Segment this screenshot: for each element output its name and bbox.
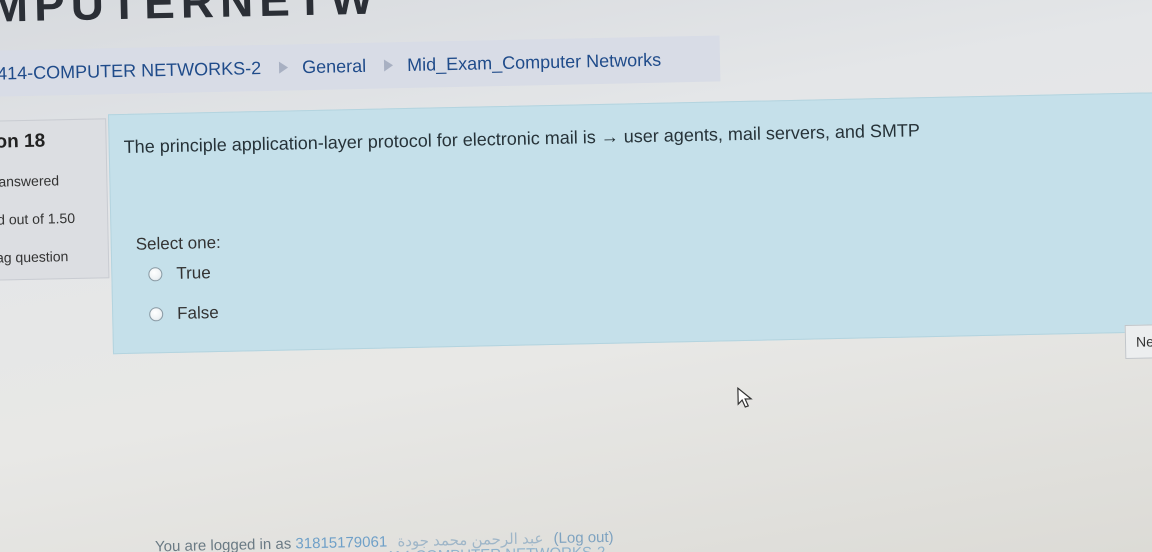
page-stage: MPUTERNETW 414-COMPUTER NETWORKS-2 Gener… (0, 0, 1152, 552)
question-mark: d out of 1.50 (0, 209, 76, 228)
question-info-panel: on 18 answered d out of 1.50 ag question (0, 118, 110, 281)
select-one-prompt: Select one: (135, 232, 221, 254)
breadcrumb-quiz-link[interactable]: Mid_Exam_Computer Networks (407, 49, 661, 75)
breadcrumb-separator-icon (278, 61, 289, 74)
user-id-link[interactable]: 31815179061 (295, 534, 387, 552)
radio-true[interactable] (148, 267, 163, 282)
breadcrumb-separator-icon (384, 59, 394, 72)
course-heading: MPUTERNETW (0, 0, 380, 32)
question-status: answered (0, 172, 60, 190)
next-page-button[interactable]: Ne (1124, 324, 1152, 360)
flag-question-link[interactable]: ag question (0, 248, 69, 266)
option-false-label: False (176, 302, 219, 323)
option-true-label: True (176, 263, 211, 283)
breadcrumb-course-link[interactable]: 414-COMPUTER NETWORKS-2 (0, 58, 261, 85)
logged-in-prefix: You are logged in as (154, 535, 292, 552)
question-number: on 18 (0, 130, 46, 153)
question-panel: The principle application-layer protocol… (108, 92, 1152, 355)
option-true[interactable]: True (148, 263, 211, 284)
breadcrumb: 414-COMPUTER NETWORKS-2 General Mid_Exam… (0, 35, 721, 97)
breadcrumb-section-link[interactable]: General (302, 55, 366, 77)
mouse-cursor-icon (737, 386, 753, 408)
question-text: The principle application-layer protocol… (123, 120, 921, 157)
radio-false[interactable] (149, 307, 164, 322)
option-false[interactable]: False (149, 303, 219, 324)
